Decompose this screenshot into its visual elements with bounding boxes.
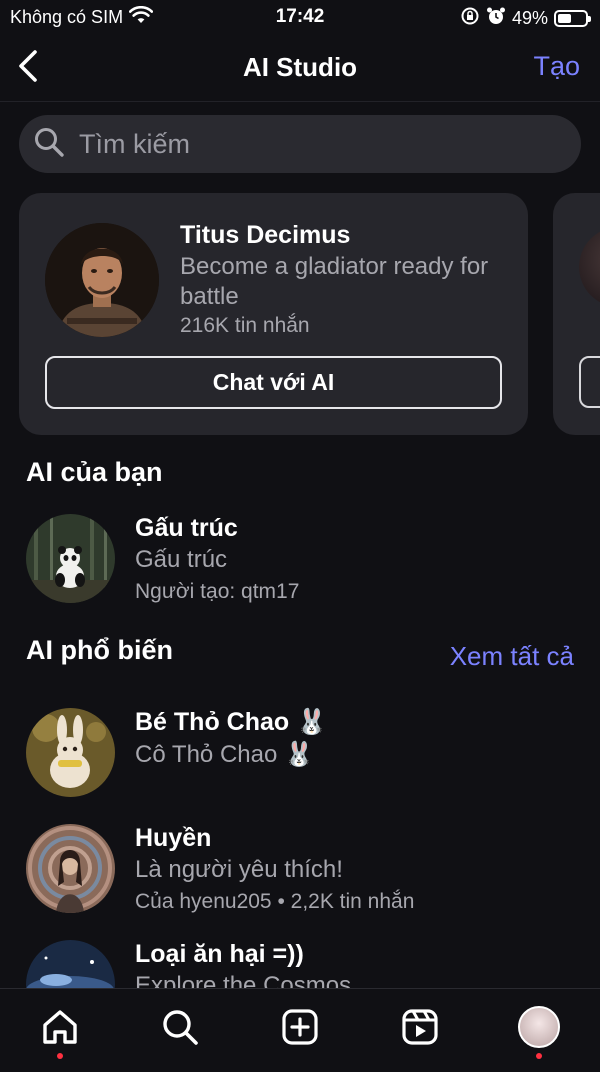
battery-fill [558,14,571,23]
featured-description: Become a gladiator ready for battle [180,253,489,310]
orientation-lock-icon [460,6,480,31]
ai-name: Huyền [135,824,212,852]
profile-avatar [518,1006,560,1048]
profile-notification-dot [536,1053,542,1059]
ai-meta: Người tạo: qtm17 [135,580,300,603]
tab-create[interactable] [278,1005,322,1049]
battery-icon [554,10,591,27]
featured-ai-card[interactable]: Titus Decimus Become a gladiator ready f… [19,193,528,435]
featured-avatar [45,223,159,337]
featured-message-count: 216K tin nhắn [180,314,310,337]
tab-reels[interactable] [398,1005,442,1049]
chat-with-ai-button[interactable]: Chat với AI [45,356,502,409]
bottom-tab-bar [0,988,600,1072]
ai-meta: Của hyenu205 • 2,2K tin nhắn [135,890,415,913]
ai-name: Gấu trúc [135,514,238,542]
list-item[interactable]: Gấu trúc Gấu trúc Người tạo: qtm17 [26,514,586,606]
featured-name: Titus Decimus [180,221,351,249]
page-title: AI Studio [242,52,358,82]
next-card-avatar [579,227,600,307]
ai-subtitle: Là người yêu thích! [135,856,343,883]
next-featured-card[interactable] [553,193,600,435]
create-icon [282,1009,318,1045]
ai-name: Loại ăn hại =)) [135,940,304,968]
battery-percent: 49% [511,8,548,28]
search-input[interactable]: Tìm kiếm [19,115,581,173]
your-ai-heading: AI của bạn [26,457,163,487]
tab-home[interactable] [38,1005,82,1059]
see-all-link[interactable]: Xem tất cả [450,641,574,672]
bunny-avatar [26,708,115,797]
alarm-icon [486,6,506,31]
status-right: 49% [460,6,591,31]
create-button[interactable]: Tạo [533,51,580,82]
ai-subtitle: Cô Thỏ Chao 🐰 [135,741,314,768]
search-placeholder: Tìm kiếm [79,128,190,159]
tab-search[interactable] [158,1005,202,1049]
home-notification-dot [57,1053,63,1059]
list-item[interactable]: Bé Thỏ Chao 🐰 Cô Thỏ Chao 🐰 [26,708,586,800]
home-icon [43,1010,77,1044]
search-icon [33,126,65,163]
status-bar: Không có SIM 17:42 49% [0,0,600,34]
list-item[interactable]: Huyền Là người yêu thích! Của hyenu205 •… [26,824,586,916]
reels-icon [402,1009,438,1045]
ai-studio-screen: Không có SIM 17:42 49% AI Studio Tạo Tìm… [0,0,600,1072]
ai-subtitle: Gấu trúc [135,546,228,573]
header: AI Studio Tạo [0,34,600,102]
popular-ai-heading: AI phổ biến [26,635,173,665]
tab-profile[interactable] [517,1005,561,1059]
panda-avatar [26,514,115,603]
woman-avatar [26,824,115,913]
ai-name: Bé Thỏ Chao 🐰 [135,708,328,736]
search-icon [163,1010,198,1045]
next-card-button[interactable] [579,356,600,408]
